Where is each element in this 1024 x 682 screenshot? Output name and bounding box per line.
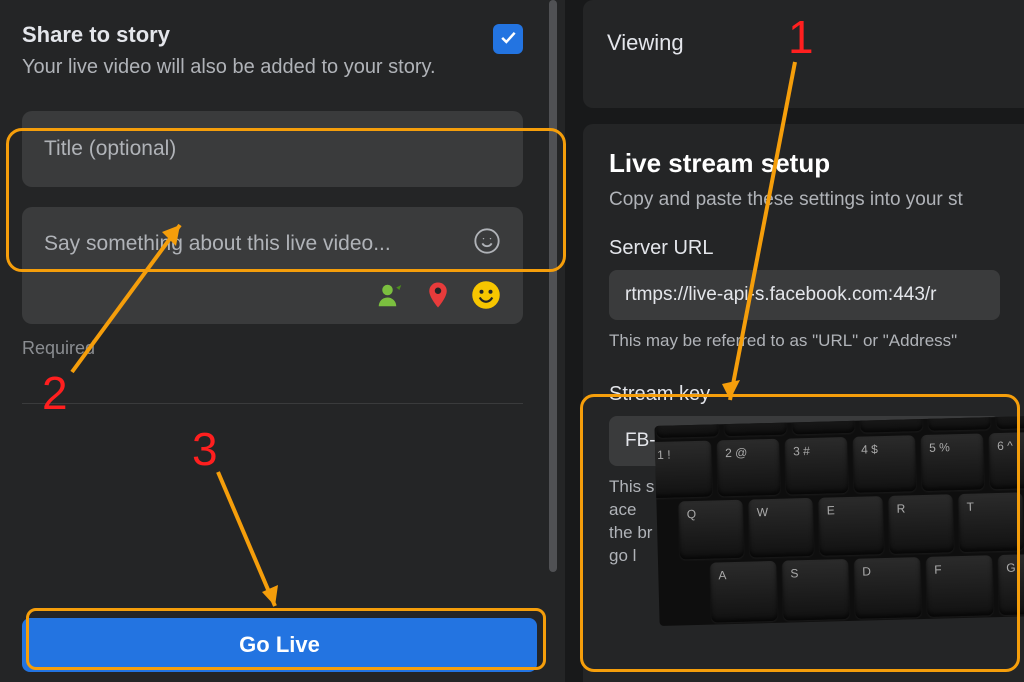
server-url-hint: This may be referred to as "URL" or "Add…	[609, 330, 1000, 353]
stream-key-label: Stream key	[609, 383, 1000, 406]
keyboard-key: 3 #	[785, 437, 848, 495]
keyboard-key: F	[926, 555, 994, 617]
scrollbar[interactable]	[549, 0, 557, 572]
tag-person-icon[interactable]	[375, 280, 405, 310]
keyboard-key: G	[998, 553, 1024, 615]
share-to-story-checkbox[interactable]	[493, 24, 523, 54]
right-panel: Viewing Live stream setup Copy and paste…	[565, 0, 1024, 682]
keyboard-key: D	[854, 557, 922, 619]
share-to-story-subtitle: Your live video will also be added to yo…	[22, 54, 436, 81]
divider	[22, 403, 523, 404]
keyboard-photo: F1 F2 F3 F4 F5 F6 1 ! 2 @ 3 # 4 $ 5 % 6 …	[654, 416, 1024, 626]
description-card[interactable]	[22, 207, 523, 324]
server-url-label: Server URL	[609, 237, 1000, 260]
keyboard-key: 2 @	[717, 439, 780, 497]
keyboard-key: W	[748, 498, 813, 558]
setup-title: Live stream setup	[609, 148, 1000, 179]
go-live-button[interactable]: Go Live	[22, 618, 537, 672]
keyboard-key: A	[710, 561, 778, 623]
annotation-number-3: 3	[192, 422, 218, 476]
keyboard-key: Q	[678, 500, 743, 560]
keyboard-key: F5	[927, 416, 990, 431]
share-to-story-title: Share to story	[22, 22, 436, 48]
keyboard-key: S	[782, 559, 850, 621]
keyboard-key: 1 !	[654, 440, 712, 498]
description-input[interactable]	[44, 232, 473, 256]
annotation-number-2: 2	[42, 366, 68, 420]
required-label: Required	[22, 338, 523, 359]
keyboard-key: 4 $	[853, 435, 916, 493]
check-icon	[498, 27, 518, 52]
title-input-card[interactable]	[22, 111, 523, 187]
go-live-label: Go Live	[239, 632, 320, 658]
keyboard-key: 6 ^	[989, 432, 1024, 490]
keyboard-key: T	[958, 492, 1023, 552]
annotation-number-1: 1	[788, 10, 814, 64]
title-input[interactable]	[44, 137, 501, 161]
smiley-outline-icon[interactable]	[473, 227, 501, 260]
left-panel: Share to story Your live video will also…	[0, 0, 565, 682]
keyboard-key: 5 %	[921, 433, 984, 491]
smiley-filled-icon[interactable]	[471, 280, 501, 310]
location-pin-icon[interactable]	[423, 280, 453, 310]
keyboard-key: E	[818, 496, 883, 556]
keyboard-key: R	[888, 494, 953, 554]
live-stream-setup-card: Live stream setup Copy and paste these s…	[583, 124, 1024, 682]
server-url-value[interactable]: rtmps://live-api-s.facebook.com:443/r	[609, 270, 1000, 320]
keyboard-key: F6	[995, 416, 1024, 429]
setup-subtitle: Copy and paste these settings into your …	[609, 189, 1000, 211]
